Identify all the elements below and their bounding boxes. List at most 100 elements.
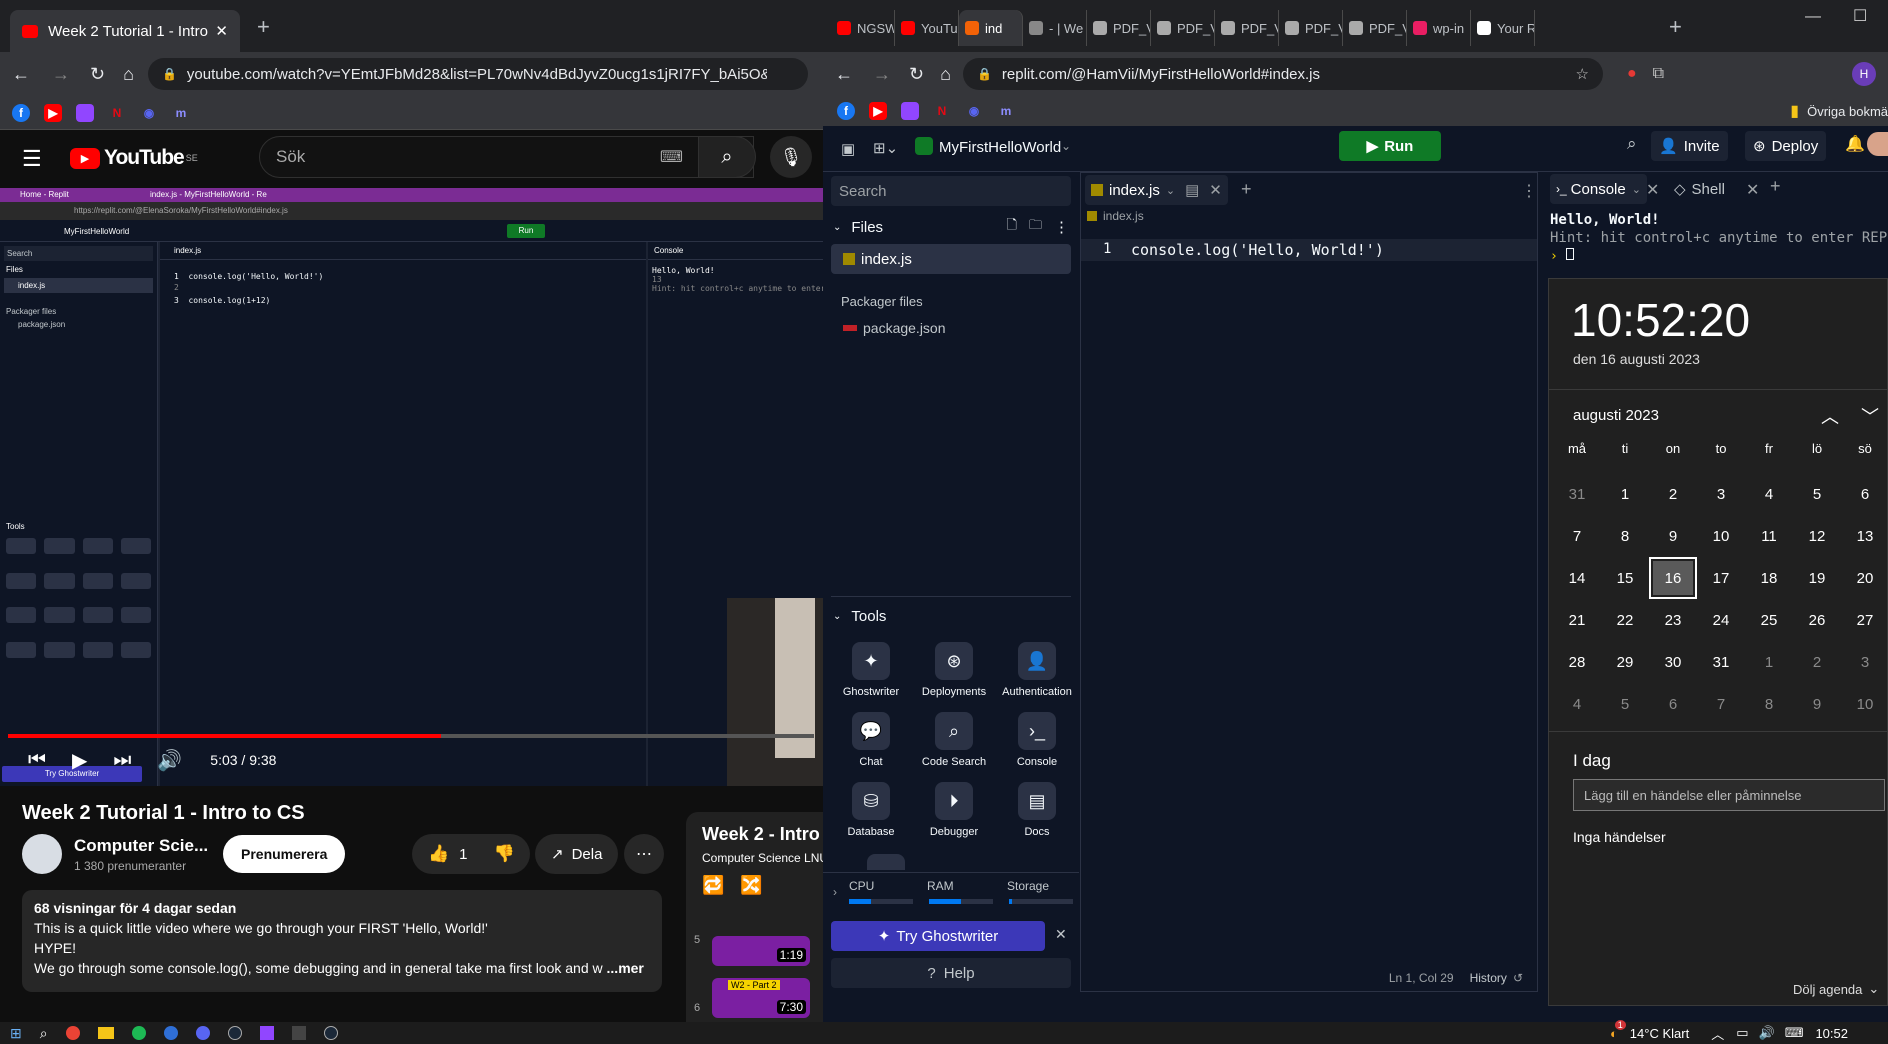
browser-tab[interactable]: PDF_V bbox=[1215, 10, 1279, 46]
youtube-search-input[interactable]: Sök ⌨ bbox=[259, 136, 754, 178]
calendar-day[interactable]: 24 bbox=[1697, 599, 1745, 641]
add-tab-icon[interactable]: + bbox=[1770, 176, 1781, 197]
history-button[interactable]: History bbox=[1470, 971, 1507, 985]
twitch-bookmark-icon[interactable] bbox=[76, 103, 94, 122]
tool-authentication[interactable]: 👤 Authentication bbox=[997, 642, 1077, 698]
calendar-day[interactable]: 9 bbox=[1649, 515, 1697, 557]
new-folder-icon[interactable]: 🗀 bbox=[1029, 216, 1042, 238]
url-field[interactable]: 🔒 youtube.com/watch?v=YEmtJFbMd28&list=P… bbox=[147, 58, 808, 90]
calendar-day[interactable]: 15 bbox=[1601, 557, 1649, 599]
more-actions-button[interactable]: ⋯ bbox=[624, 834, 664, 874]
weather-text[interactable]: 14°C Klart bbox=[1630, 1026, 1689, 1041]
calendar-day[interactable]: 14 bbox=[1553, 557, 1601, 599]
more-options-icon[interactable]: ⋮ bbox=[1521, 181, 1537, 201]
tool-chat[interactable]: 💬 Chat bbox=[831, 712, 911, 768]
calendar-day[interactable]: 9 bbox=[1793, 683, 1841, 725]
mastodon-bookmark-icon[interactable]: m bbox=[172, 104, 190, 122]
dislike-icon[interactable]: 👎 bbox=[494, 844, 515, 864]
calendar-day[interactable]: 20 bbox=[1841, 557, 1888, 599]
invite-button[interactable]: 👤 Invite bbox=[1651, 131, 1728, 161]
file-search-input[interactable]: Search bbox=[831, 176, 1071, 206]
minimize-icon[interactable]: — bbox=[1805, 8, 1821, 26]
calendar-day[interactable]: 21 bbox=[1553, 599, 1601, 641]
next-icon[interactable]: ⏭ bbox=[113, 749, 131, 772]
calendar-day[interactable]: 8 bbox=[1745, 683, 1793, 725]
calendar-day[interactable]: 13 bbox=[1841, 515, 1888, 557]
app-icon[interactable] bbox=[163, 1026, 178, 1040]
calendar-day[interactable]: 3 bbox=[1841, 641, 1888, 683]
playlist-item-thumbnail[interactable]: 1:19 bbox=[712, 936, 810, 966]
chevron-down-icon[interactable]: ⌄ bbox=[1632, 183, 1641, 196]
calendar-day[interactable]: 7 bbox=[1697, 683, 1745, 725]
network-icon[interactable]: ▭ bbox=[1736, 1025, 1748, 1041]
discord-icon[interactable] bbox=[195, 1026, 210, 1040]
chevron-down-icon[interactable]: ⌄ bbox=[1061, 139, 1071, 153]
close-tab-icon[interactable]: ✕ bbox=[215, 22, 228, 40]
browser-tab[interactable]: PDF_V bbox=[1343, 10, 1407, 46]
play-icon[interactable]: ▶ bbox=[72, 748, 87, 773]
try-ghostwriter-button[interactable]: ✦ Try Ghostwriter bbox=[831, 921, 1045, 951]
url-field[interactable]: 🔒 replit.com/@HamVii/MyFirstHelloWorld#i… bbox=[962, 58, 1603, 90]
run-button[interactable]: ▶ Run bbox=[1339, 131, 1441, 161]
shuffle-icon[interactable]: 🔀 bbox=[740, 875, 762, 896]
spotify-icon[interactable] bbox=[131, 1026, 146, 1040]
calendar-day[interactable]: 16 bbox=[1649, 557, 1697, 599]
browser-tab[interactable]: wp-in bbox=[1407, 10, 1471, 46]
chevron-right-icon[interactable]: › bbox=[833, 885, 837, 899]
other-bookmarks[interactable]: Övriga bokmä bbox=[1807, 104, 1888, 119]
extension-icon[interactable]: ● bbox=[1627, 65, 1637, 83]
steam-icon[interactable] bbox=[227, 1026, 242, 1040]
calendar-day[interactable]: 31 bbox=[1697, 641, 1745, 683]
calendar-day[interactable]: 8 bbox=[1601, 515, 1649, 557]
taskbar-clock[interactable]: 10:52 bbox=[1815, 1026, 1848, 1041]
facebook-bookmark-icon[interactable]: f bbox=[12, 103, 30, 122]
new-tab-icon[interactable]: + bbox=[257, 14, 270, 40]
search-icon[interactable]: ⌕ bbox=[1627, 134, 1637, 154]
calendar-day[interactable]: 22 bbox=[1601, 599, 1649, 641]
netflix-bookmark-icon[interactable]: N bbox=[108, 104, 126, 122]
notifications-icon[interactable]: 🔔 bbox=[1845, 134, 1865, 154]
history-icon[interactable]: ↺ bbox=[1513, 971, 1523, 985]
add-tab-icon[interactable]: + bbox=[1241, 179, 1252, 200]
mastodon-bookmark-icon[interactable]: m bbox=[997, 102, 1015, 120]
ghostwriter-tool-partial[interactable] bbox=[867, 854, 905, 870]
calendar-day[interactable]: 4 bbox=[1745, 473, 1793, 515]
youtube-bookmark-icon[interactable]: ▶ bbox=[869, 102, 887, 120]
channel-avatar[interactable] bbox=[22, 834, 62, 874]
tool-docs[interactable]: ▤ Docs bbox=[997, 782, 1077, 838]
calendar-day[interactable]: 27 bbox=[1841, 599, 1888, 641]
voice-search-button[interactable]: 🎙 bbox=[770, 136, 812, 178]
file-explorer-icon[interactable] bbox=[97, 1027, 114, 1039]
youtube-logo[interactable]: ▶ YouTube SE bbox=[70, 146, 198, 170]
new-file-icon[interactable]: 🗋 bbox=[1007, 216, 1017, 238]
project-name[interactable]: MyFirstHelloWorld bbox=[939, 139, 1061, 156]
calendar-day[interactable]: 18 bbox=[1745, 557, 1793, 599]
more-options-icon[interactable]: ⋮ bbox=[1054, 218, 1069, 236]
chrome-icon[interactable] bbox=[65, 1026, 80, 1040]
calendar-day[interactable]: 5 bbox=[1793, 473, 1841, 515]
browser-tab-youtube[interactable]: Week 2 Tutorial 1 - Intro to CS - ✕ bbox=[10, 10, 240, 52]
calendar-day[interactable]: 17 bbox=[1697, 557, 1745, 599]
close-tab-icon[interactable]: ✕ bbox=[1209, 181, 1222, 199]
preview-icon[interactable]: ▤ bbox=[1185, 181, 1199, 199]
search-icon[interactable]: ⌕ bbox=[40, 1025, 48, 1042]
netflix-bookmark-icon[interactable]: N bbox=[933, 102, 951, 120]
user-avatar[interactable] bbox=[1867, 132, 1888, 156]
chevron-up-icon[interactable]: ︿ bbox=[1821, 403, 1839, 429]
bookmark-icon[interactable]: ◉ bbox=[965, 102, 983, 120]
replit-logo-icon[interactable]: ⊞⌄ bbox=[873, 139, 898, 157]
home-icon[interactable]: ⌂ bbox=[123, 64, 134, 85]
bookmark-icon[interactable]: ◉ bbox=[140, 104, 158, 122]
files-header[interactable]: ⌄ Files 🗋 🗀 ⋮ bbox=[833, 216, 1069, 238]
previous-icon[interactable]: ⏮ bbox=[28, 749, 46, 772]
video-player[interactable]: Home - Replit index.js - MyFirstHelloWor… bbox=[0, 188, 823, 786]
back-icon[interactable]: ← bbox=[12, 64, 30, 85]
hide-agenda-button[interactable]: Dölj agenda ⌄ bbox=[1793, 981, 1879, 997]
forward-icon[interactable]: → bbox=[873, 64, 891, 85]
star-icon[interactable]: ☆ bbox=[1576, 65, 1589, 83]
calendar-day[interactable]: 7 bbox=[1553, 515, 1601, 557]
youtube-bookmark-icon[interactable]: ▶ bbox=[44, 103, 62, 122]
calendar-day[interactable]: 1 bbox=[1745, 641, 1793, 683]
calendar-day[interactable]: 30 bbox=[1649, 641, 1697, 683]
tool-console[interactable]: ›_ Console bbox=[997, 712, 1077, 768]
